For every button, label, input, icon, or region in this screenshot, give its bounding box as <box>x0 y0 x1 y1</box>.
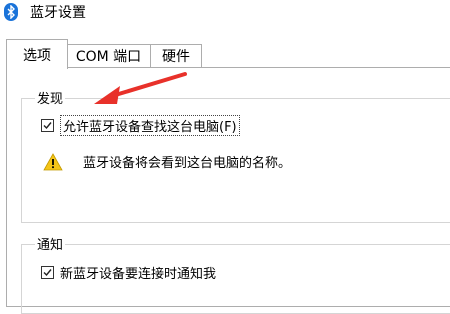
tab-hardware-label: 硬件 <box>162 49 190 65</box>
notify-checkbox[interactable] <box>41 266 54 279</box>
warning-icon <box>43 152 63 170</box>
notifications-group-label: 通知 <box>35 234 66 253</box>
notify-option[interactable]: 新蓝牙设备要连接时通知我 <box>41 263 216 282</box>
tab-options-label: 选项 <box>23 47 51 64</box>
title-bar: 蓝牙设置 <box>0 0 450 26</box>
annotation-arrow-icon <box>94 72 187 104</box>
tab-com-ports-label: COM 端口 <box>75 49 142 65</box>
notify-label[interactable]: 新蓝牙设备要连接时通知我 <box>60 263 216 282</box>
warning-text: 蓝牙设备将会看到这台电脑的名称。 <box>83 156 292 171</box>
window-title: 蓝牙设置 <box>30 5 86 21</box>
tab-com-ports[interactable]: COM 端口 <box>66 44 151 67</box>
tab-hardware[interactable]: 硬件 <box>150 44 202 67</box>
tab-bar: 选项 COM 端口 硬件 <box>0 38 450 69</box>
allow-discovery-checkbox[interactable] <box>41 119 54 132</box>
allow-discovery-option[interactable]: 允许蓝牙设备查找这台电脑(F) <box>41 115 240 136</box>
discovery-warning: 蓝牙设备将会看到这台电脑的名称。 <box>43 152 291 171</box>
allow-discovery-label[interactable]: 允许蓝牙设备查找这台电脑(F) <box>60 115 240 136</box>
bluetooth-icon <box>4 3 18 21</box>
discovery-group-label: 发现 <box>35 88 66 107</box>
tab-options[interactable]: 选项 <box>6 39 68 69</box>
